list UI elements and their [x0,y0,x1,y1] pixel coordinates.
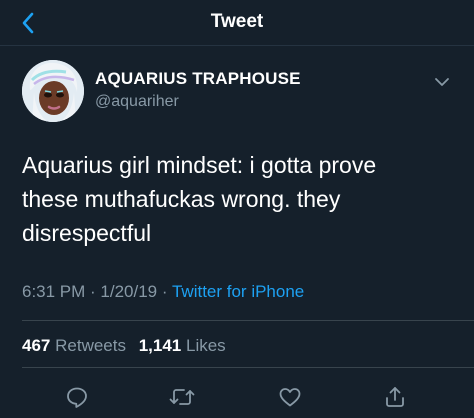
share-button[interactable] [382,384,408,410]
tweet-text-line: these muthafuckas wrong. they [22,186,341,212]
tweet-source-link[interactable]: Twitter for iPhone [172,282,304,301]
tweet-time: 6:31 PM [22,282,86,301]
tweet-text-line: disrespectful [22,220,152,246]
likes-stat[interactable]: 1,141 Likes [139,336,234,355]
retweet-button[interactable] [169,384,195,410]
tweet-text-line: Aquarius girl mindset: i gotta prove [22,152,377,178]
author-display-name[interactable]: AQUARIUS TRAPHOUSE [95,69,301,89]
tweet-action-bar [0,378,474,418]
tweet-date: 1/20/19 [100,282,158,301]
tweet-text: Aquarius girl mindset: i gotta prove the… [22,148,462,250]
top-navigation-bar: Tweet [0,0,474,46]
tweet-stats: 467 Retweets 1,141 Likes [22,336,234,356]
divider [22,320,474,321]
author-handle[interactable]: @aquariher [95,93,179,111]
like-icon [279,388,301,407]
tweet-detail-screen: Tweet AQUARIUS TRAPHOUSE @aquariher Aqua… [0,0,474,418]
retweets-count: 467 [22,336,51,355]
avatar-image [22,60,84,122]
share-icon [386,387,404,407]
tweet-metadata: 6:31 PM · 1/20/19 · Twitter for iPhone [22,282,304,302]
reply-button[interactable] [64,384,90,410]
avatar[interactable] [22,60,84,122]
meta-separator: · [85,282,101,301]
divider [22,367,474,368]
retweets-stat[interactable]: 467 Retweets [22,336,134,355]
retweet-icon [169,389,195,405]
meta-separator: · [157,282,172,301]
like-button[interactable] [277,384,303,410]
tweet-author-header: AQUARIUS TRAPHOUSE @aquariher [0,46,474,136]
tweet-options-button[interactable] [433,73,451,91]
likes-count: 1,141 [138,336,182,355]
page-title: Tweet [210,11,264,32]
likes-label: Likes [186,336,226,355]
reply-icon [67,387,87,408]
retweets-label: Retweets [55,336,126,355]
chevron-down-icon [435,78,449,86]
